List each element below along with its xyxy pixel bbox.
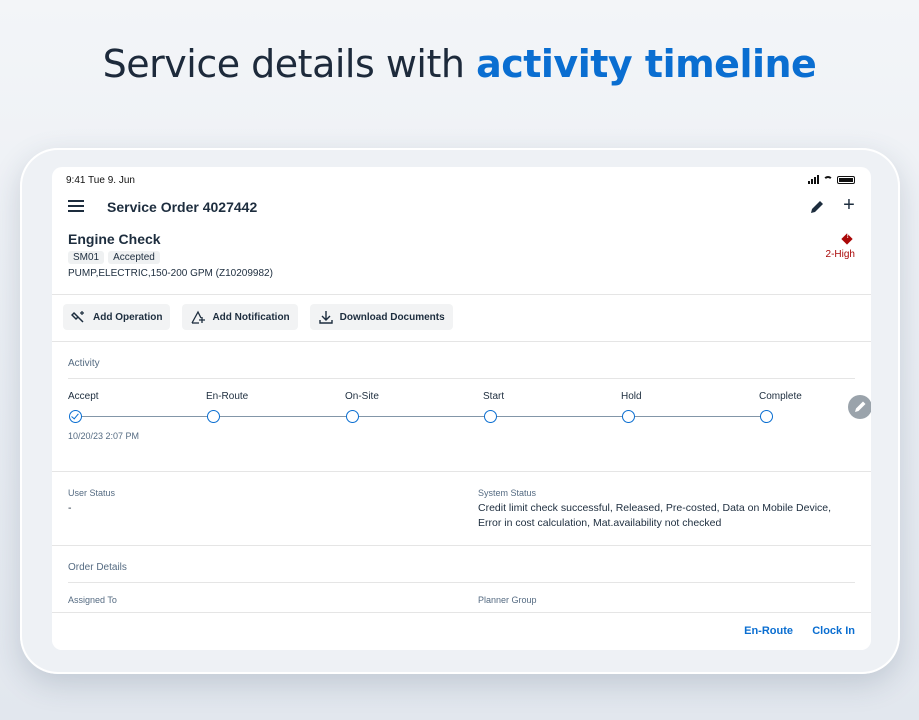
edit-activity-button[interactable] [848, 395, 871, 419]
order-tags: SM01 Accepted [68, 251, 855, 264]
divider [52, 471, 871, 472]
device-status-bar: 9:41 Tue 9. Jun [66, 175, 855, 189]
activity-timeline: Accept En-Route On-Site Start Hold Compl… [68, 391, 828, 451]
menu-icon[interactable] [68, 200, 84, 212]
add-operation-button[interactable]: Add Operation [63, 304, 171, 330]
divider [52, 545, 871, 546]
divider [52, 341, 871, 342]
wrench-icon [71, 311, 84, 323]
add-operation-label: Add Operation [93, 311, 163, 323]
step-label: Accept [68, 391, 99, 402]
step-label: Complete [759, 391, 802, 402]
step-pending-icon[interactable] [346, 410, 359, 423]
battery-icon [837, 175, 855, 184]
system-status-label: System Status [478, 488, 537, 498]
section-divider [68, 582, 855, 583]
step-label: Start [483, 391, 505, 402]
en-route-button[interactable]: En-Route [744, 625, 793, 637]
app-screen: 9:41 Tue 9. Jun Service Order 4027442 + … [52, 167, 871, 650]
alert-add-icon [191, 310, 206, 324]
order-details-title: Order Details [68, 562, 127, 573]
download-icon [318, 311, 333, 324]
object-header: Engine Check SM01 Accepted PUMP,ELECTRIC… [68, 231, 855, 287]
priority-label: 2-High [825, 249, 855, 260]
user-status-value: - [68, 502, 72, 514]
system-status-line: Credit limit check successful, Released,… [478, 502, 832, 514]
equipment-description: PUMP,ELECTRIC,150-200 GPM (Z10209982) [68, 268, 273, 279]
order-type-tag: SM01 [68, 251, 105, 264]
assigned-to-label: Assigned To [68, 595, 117, 605]
add-notification-button[interactable]: Add Notification [182, 304, 298, 330]
page-headline: Service details with activity timeline [0, 42, 919, 86]
system-indicators [808, 175, 855, 184]
step-completed-icon[interactable] [69, 410, 82, 423]
step-pending-icon[interactable] [622, 410, 635, 423]
timeline-step-on-site: On-Site [345, 391, 379, 423]
action-toolbar: Add Operation Add Notification Download … [63, 304, 453, 330]
order-title: Engine Check [68, 231, 161, 247]
planner-group-label: Planner Group [478, 595, 537, 605]
priority-high-icon [841, 233, 853, 245]
activity-section-title: Activity [68, 358, 100, 369]
step-pending-icon[interactable] [207, 410, 220, 423]
user-status-label: User Status [68, 488, 116, 498]
edit-icon[interactable] [807, 197, 827, 217]
download-documents-button[interactable]: Download Documents [309, 304, 453, 330]
wifi-icon [823, 175, 833, 184]
headline-prefix: Service details with [102, 42, 465, 86]
add-notification-label: Add Notification [212, 311, 290, 323]
timeline-step-en-route: En-Route [206, 391, 249, 423]
signal-icon [808, 175, 819, 184]
step-label: En-Route [206, 391, 249, 402]
accept-timestamp: 10/20/23 2:07 PM [68, 431, 140, 441]
system-status-line: Error in cost calculation, Mat.availabil… [478, 517, 722, 529]
status-time: 9:41 Tue 9. Jun [66, 175, 135, 186]
add-icon[interactable]: + [839, 195, 859, 215]
pencil-icon [855, 401, 866, 412]
step-label: Hold [621, 391, 642, 402]
timeline-track [75, 416, 765, 417]
download-documents-label: Download Documents [339, 311, 445, 323]
timeline-step-accept: Accept [68, 391, 99, 423]
app-bar: Service Order 4027442 + [52, 193, 871, 221]
headline-accent: activity timeline [476, 42, 817, 86]
page-title: Service Order 4027442 [107, 199, 258, 215]
timeline-step-complete: Complete [759, 391, 802, 423]
timeline-step-hold: Hold [621, 391, 642, 423]
divider [52, 294, 871, 295]
section-divider [68, 378, 855, 379]
timeline-step-start: Start [483, 391, 505, 423]
clock-in-button[interactable]: Clock In [812, 625, 855, 637]
priority-indicator: 2-High [825, 233, 855, 260]
step-pending-icon[interactable] [484, 410, 497, 423]
footer-toolbar: En-Route Clock In [52, 612, 871, 650]
order-status-tag: Accepted [108, 251, 160, 264]
step-label: On-Site [345, 391, 379, 402]
step-pending-icon[interactable] [760, 410, 773, 423]
system-status-value: Credit limit check successful, Released,… [478, 501, 858, 531]
